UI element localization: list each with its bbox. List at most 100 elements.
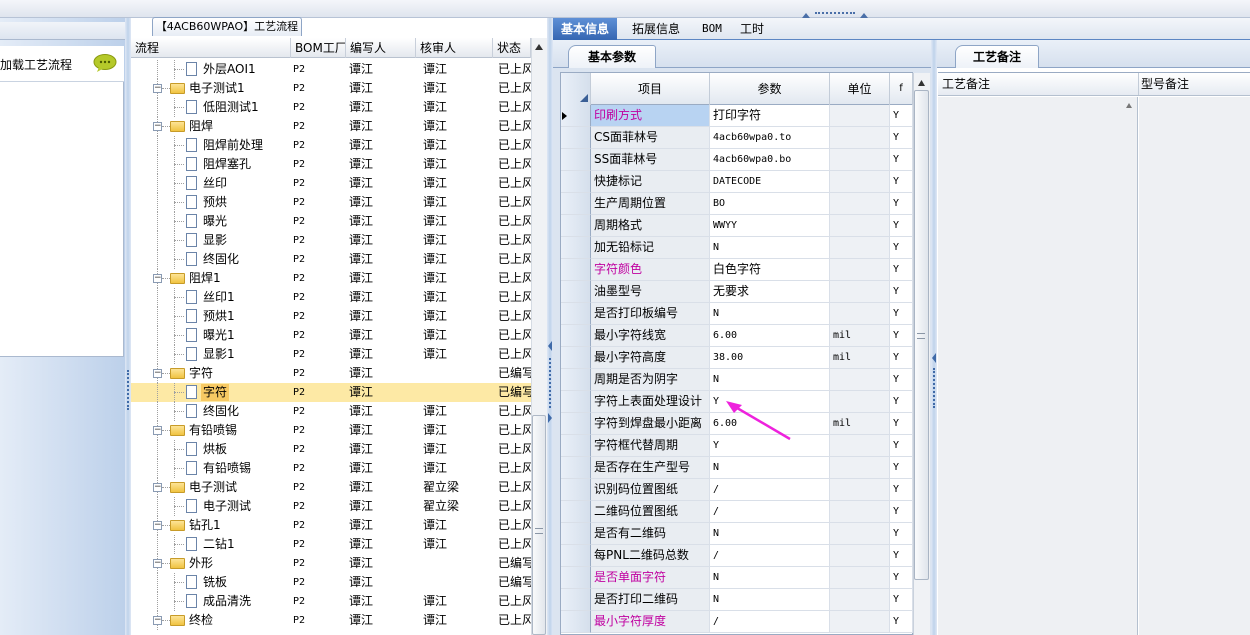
param-item-cell[interactable]: 周期格式 (591, 215, 710, 237)
tree-row[interactable]: − 电子测试 P2 谭江 翟立梁 已上风 (131, 478, 531, 497)
scroll-up-icon-3[interactable] (1123, 100, 1135, 110)
flow-tab[interactable]: 【4ACB60WPAO】工艺流程 (152, 17, 302, 36)
tree-node-label[interactable]: 字符 (201, 384, 230, 401)
param-row[interactable]: 最小字符高度 38.00 mil Y (561, 347, 913, 369)
param-unit-cell[interactable] (830, 149, 890, 171)
param-row[interactable]: 印刷方式 打印字符 Y (561, 105, 913, 127)
scroll-up-icon[interactable] (531, 38, 547, 56)
param-item-cell[interactable]: 识别码位置图纸 (591, 479, 710, 501)
tree-row[interactable]: − 钻孔1 P2 谭江 谭江 已上风 (131, 516, 531, 535)
row-indicator[interactable] (561, 105, 591, 127)
collapse-icon[interactable]: − (153, 122, 162, 131)
param-row[interactable]: 是否单面字符 N Y (561, 567, 913, 589)
param-value-cell[interactable]: 打印字符 (710, 105, 830, 127)
param-flag-cell[interactable]: Y (890, 501, 913, 523)
col-header-status[interactable]: 状态 (493, 38, 531, 58)
tree-row[interactable]: 铣板 P2 谭江 已编写 (131, 573, 531, 592)
row-indicator[interactable] (561, 259, 591, 281)
param-item-cell[interactable]: 最小字符线宽 (591, 325, 710, 347)
param-unit-cell[interactable] (830, 237, 890, 259)
row-indicator[interactable] (561, 171, 591, 193)
param-item-cell[interactable]: 是否单面字符 (591, 567, 710, 589)
tree-row[interactable]: 字符 P2 谭江 已编写 (131, 383, 531, 402)
param-value-cell[interactable]: 38.00 (710, 347, 830, 369)
row-indicator[interactable] (561, 149, 591, 171)
row-indicator[interactable] (561, 479, 591, 501)
tree-node-label[interactable]: 预烘1 (201, 308, 237, 325)
row-indicator[interactable] (561, 523, 591, 545)
param-flag-cell[interactable]: Y (890, 127, 913, 149)
tree-row[interactable]: − 电子测试1 P2 谭江 谭江 已上风 (131, 79, 531, 98)
tree-row[interactable]: 曝光1 P2 谭江 谭江 已上风 (131, 326, 531, 345)
param-item-cell[interactable]: 字符上表面处理设计 (591, 391, 710, 413)
param-flag-cell[interactable]: Y (890, 391, 913, 413)
param-unit-cell[interactable] (830, 435, 890, 457)
param-flag-cell[interactable]: Y (890, 149, 913, 171)
param-row[interactable]: 快捷标记 DATECODE Y (561, 171, 913, 193)
param-flag-cell[interactable]: Y (890, 479, 913, 501)
tree-node-label[interactable]: 有铅喷锡 (187, 422, 239, 439)
param-item-cell[interactable]: 是否打印板编号 (591, 303, 710, 325)
tree-node-label[interactable]: 电子测试 (187, 479, 239, 496)
tree-row[interactable]: − 有铅喷锡 P2 谭江 谭江 已上风 (131, 421, 531, 440)
param-value-cell[interactable]: 4acb60wpa0.to (710, 127, 830, 149)
tree-row[interactable]: − 外形 P2 谭江 已编写 (131, 554, 531, 573)
param-flag-cell[interactable]: Y (890, 215, 913, 237)
collapse-icon[interactable]: − (153, 616, 162, 625)
param-unit-cell[interactable]: mil (830, 325, 890, 347)
tree-row[interactable]: 阻焊前处理 P2 谭江 谭江 已上风 (131, 136, 531, 155)
param-unit-cell[interactable] (830, 193, 890, 215)
param-item-cell[interactable]: 最小字符高度 (591, 347, 710, 369)
row-indicator[interactable] (561, 413, 591, 435)
col-header-writer[interactable]: 编写人 (346, 38, 416, 58)
param-unit-cell[interactable]: mil (830, 413, 890, 435)
param-unit-cell[interactable] (830, 611, 890, 633)
tree-node-label[interactable]: 曝光1 (201, 327, 237, 344)
tab-base-params[interactable]: 基本参数 (568, 45, 656, 68)
tree-node-label[interactable]: 阻焊1 (187, 270, 223, 287)
param-value-cell[interactable]: 6.00 (710, 325, 830, 347)
param-unit-cell[interactable] (830, 523, 890, 545)
tree-node-label[interactable]: 铣板 (201, 574, 229, 591)
param-item-cell[interactable]: 油墨型号 (591, 281, 710, 303)
param-flag-cell[interactable]: Y (890, 347, 913, 369)
param-item-cell[interactable]: 是否有二维码 (591, 523, 710, 545)
param-flag-cell[interactable]: Y (890, 303, 913, 325)
param-item-cell[interactable]: CS面菲林号 (591, 127, 710, 149)
param-item-cell[interactable]: 生产周期位置 (591, 193, 710, 215)
tree-row[interactable]: 预烘1 P2 谭江 谭江 已上风 (131, 307, 531, 326)
param-value-cell[interactable]: 无要求 (710, 281, 830, 303)
param-row[interactable]: 最小字符线宽 6.00 mil Y (561, 325, 913, 347)
tree-node-label[interactable]: 终检 (187, 612, 215, 629)
row-indicator[interactable] (561, 611, 591, 633)
col-header-reviewer[interactable]: 核审人 (416, 38, 493, 58)
load-flow-label[interactable]: 加载工艺流程 (0, 56, 72, 73)
collapse-icon[interactable]: − (153, 559, 162, 568)
col-header-model-remark[interactable]: 型号备注 (1141, 73, 1189, 95)
param-item-cell[interactable]: 周期是否为阴字 (591, 369, 710, 391)
col-header-bom[interactable]: BOM工厂 (291, 38, 346, 58)
tree-row[interactable]: 丝印1 P2 谭江 谭江 已上风 (131, 288, 531, 307)
middle-splitter-grip[interactable] (549, 358, 551, 408)
tree-row[interactable]: − 字符 P2 谭江 已编写 (131, 364, 531, 383)
param-flag-cell[interactable]: Y (890, 325, 913, 347)
tree-node-label[interactable]: 阻焊 (187, 118, 215, 135)
collapse-icon[interactable]: − (153, 426, 162, 435)
tree-node-label[interactable]: 成品清洗 (201, 593, 253, 610)
param-item-cell[interactable]: 每PNL二维码总数 (591, 545, 710, 567)
row-indicator[interactable] (561, 545, 591, 567)
process-remark-textarea[interactable] (938, 97, 1138, 635)
param-flag-cell[interactable]: Y (890, 611, 913, 633)
tree-node-label[interactable]: 阻焊前处理 (201, 137, 265, 154)
param-row[interactable]: 是否有二维码 N Y (561, 523, 913, 545)
collapse-icon[interactable]: − (153, 274, 162, 283)
tab-extended-info[interactable]: 拓展信息 (624, 18, 688, 40)
param-item-cell[interactable]: 是否存在生产型号 (591, 457, 710, 479)
tree-row[interactable]: 外层AOI1 P2 谭江 谭江 已上风 (131, 60, 531, 79)
tree-node-label[interactable]: 二钻1 (201, 536, 237, 553)
param-row[interactable]: SS面菲林号 4acb60wpa0.bo Y (561, 149, 913, 171)
row-indicator[interactable] (561, 215, 591, 237)
row-indicator[interactable] (561, 369, 591, 391)
row-indicator[interactable] (561, 325, 591, 347)
param-unit-cell[interactable] (830, 391, 890, 413)
